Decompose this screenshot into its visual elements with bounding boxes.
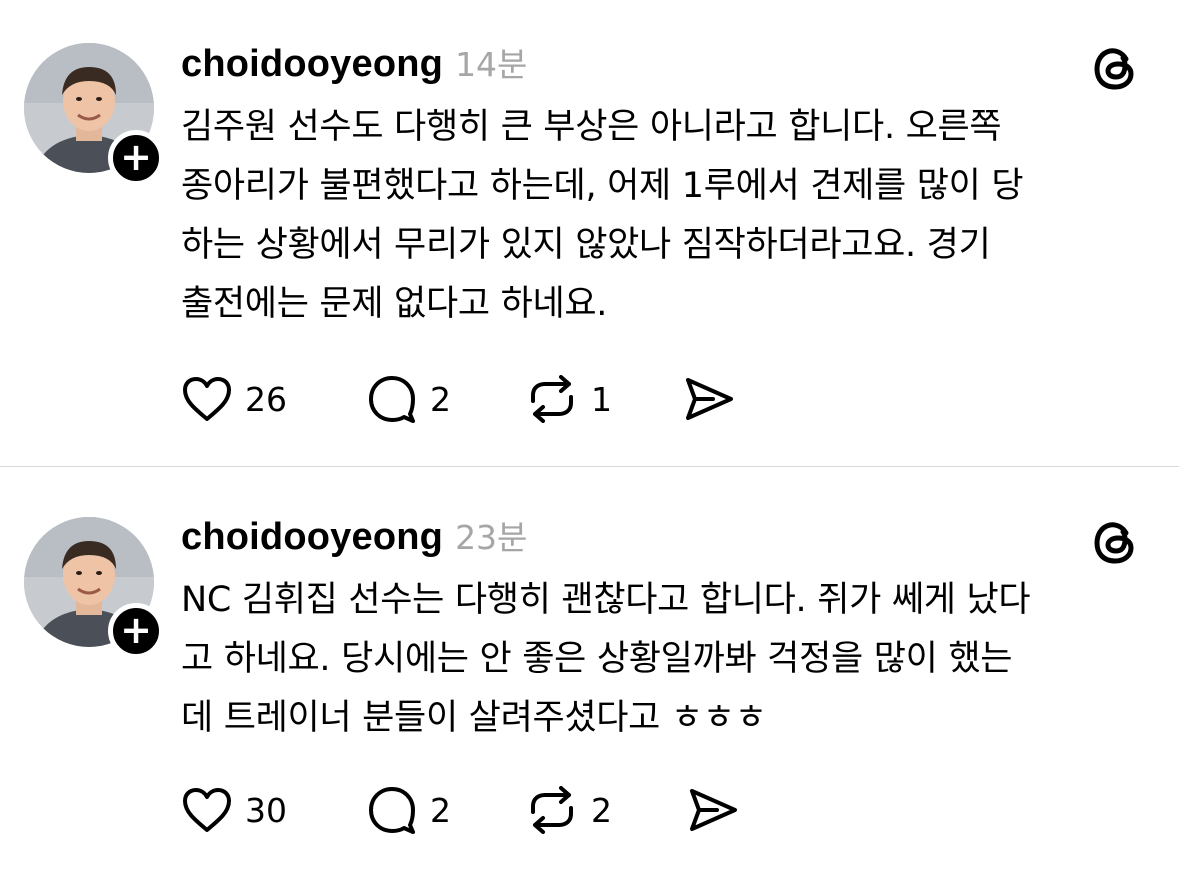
comment-icon	[369, 376, 415, 423]
post-time: 23분	[455, 518, 528, 557]
post-time: 14분	[455, 45, 528, 84]
reply-count: 2	[430, 379, 451, 419]
post-text: NC 김휘집 선수는 다행히 괜찮다고 합니다. 쥐가 쎄게 났다 고 하네요.…	[181, 580, 1031, 738]
like-count: 30	[245, 790, 287, 830]
repost-button[interactable]: 1	[525, 375, 683, 423]
post-actions: 26 2 1	[181, 374, 735, 424]
send-icon	[686, 378, 733, 420]
plus-icon[interactable]: +	[108, 603, 164, 659]
post-header: choidooyeong 14분	[181, 38, 527, 85]
post-header: choidooyeong 23분	[181, 511, 527, 558]
threads-icon[interactable]	[1091, 43, 1141, 93]
reply-button[interactable]: 2	[366, 374, 525, 424]
post-actions: 30 2 2	[181, 785, 739, 835]
repost-button[interactable]: 2	[525, 786, 687, 834]
thread-post: + choidooyeong 14분 김주원 선수도 다행히 큰 부상은 아니라…	[0, 0, 1179, 466]
plus-icon[interactable]: +	[108, 130, 164, 186]
repost-icon	[531, 375, 573, 423]
repost-icon	[531, 786, 573, 834]
reply-button[interactable]: 2	[366, 785, 525, 835]
username[interactable]: choidooyeong	[181, 43, 443, 86]
send-icon	[690, 789, 737, 831]
share-button[interactable]	[687, 786, 739, 834]
threads-icon[interactable]	[1091, 517, 1141, 567]
heart-icon	[183, 788, 231, 832]
like-button[interactable]: 30	[181, 786, 366, 834]
share-button[interactable]	[683, 375, 735, 423]
reply-count: 2	[430, 790, 451, 830]
repost-count: 1	[591, 379, 612, 419]
thread-post: + choidooyeong 23분 NC 김휘집 선수는 다행히 괜찮다고 합…	[0, 467, 1179, 869]
like-count: 26	[245, 379, 287, 419]
like-button[interactable]: 26	[181, 375, 366, 423]
repost-count: 2	[591, 790, 612, 830]
username[interactable]: choidooyeong	[181, 516, 443, 559]
post-text: 김주원 선수도 다행히 큰 부상은 아니라고 합니다. 오른쪽 종아리가 불편했…	[181, 107, 1024, 324]
comment-icon	[369, 787, 415, 834]
heart-icon	[183, 377, 231, 421]
